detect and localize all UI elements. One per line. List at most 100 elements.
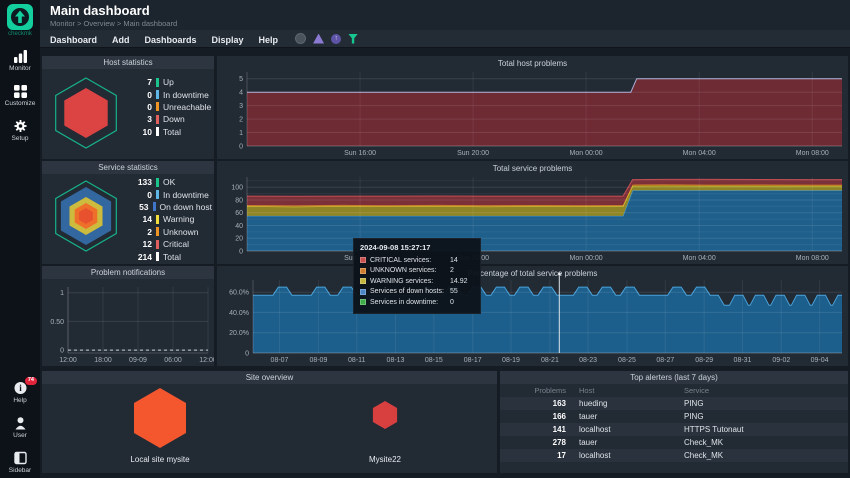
menu-add[interactable]: Add (112, 35, 130, 45)
svg-text:0: 0 (239, 144, 243, 151)
stat-row-unreachable[interactable]: 0Unreachable (126, 101, 212, 113)
stat-label: Warning (163, 214, 194, 224)
page-header: Main dashboard Monitor > Overview > Main… (40, 0, 850, 30)
site-hexagon[interactable] (134, 388, 186, 448)
alerter-row[interactable]: 166tauerPING (500, 410, 848, 423)
alerter-row[interactable]: 141localhostHTTPS Tutonaut (500, 423, 848, 436)
percentage-chart[interactable]: 020.0%40.0%60.0%08-0708-0908-1108-1308-1… (217, 266, 848, 366)
sidebar-item-user[interactable]: User (0, 416, 40, 439)
svg-text:0: 0 (239, 249, 243, 256)
menu-dashboards[interactable]: Dashboards (145, 35, 197, 45)
menu-display[interactable]: Display (212, 35, 244, 45)
stat-row-total[interactable]: 214Total (126, 250, 212, 262)
coin-icon[interactable] (295, 33, 306, 44)
menu-help[interactable]: Help (259, 35, 279, 45)
stat-swatch (156, 178, 159, 187)
column-header-problems[interactable]: Problems (500, 386, 566, 395)
alerter-row[interactable]: 278tauerCheck_MK (500, 436, 848, 449)
host-problems-chart[interactable]: 012345Sun 16:00Sun 20:00Mon 00:00Mon 04:… (217, 56, 848, 159)
service-problems-chart[interactable]: 020406080100Sun 16:00Sun 20:00Mon 00:00M… (217, 161, 848, 264)
notifications-chart[interactable]: 00.50112:0018:0009-0906:0012:00 (42, 279, 214, 366)
sidebar-item-setup[interactable]: Setup (0, 119, 40, 142)
stat-row-down[interactable]: 3Down (126, 113, 212, 125)
column-header-service[interactable]: Service (684, 386, 848, 395)
stat-row-warning[interactable]: 14 Warning (126, 213, 212, 225)
version-icon[interactable]: ↑ (331, 34, 341, 44)
stat-label: In downtime (163, 190, 209, 200)
svg-text:09-04: 09-04 (811, 357, 829, 364)
stat-swatch (156, 240, 159, 249)
site-hexagons[interactable] (42, 384, 497, 456)
host-link[interactable]: tauer (579, 412, 684, 421)
tooltip-row: WARNING services:14.92 (360, 276, 474, 287)
sidebar-item-monitor[interactable]: Monitor (0, 49, 40, 72)
notifications-svg: 00.50112:0018:0009-0906:0012:00 (42, 279, 214, 366)
service-state-hexagon[interactable] (48, 176, 124, 256)
service-link[interactable]: HTTPS Tutonaut (684, 425, 848, 434)
table-body: 163huedingPING166tauerPING141localhostHT… (500, 397, 848, 462)
stat-value: 14 (126, 214, 152, 224)
service-link[interactable]: PING (684, 412, 848, 421)
stat-row-ok[interactable]: 133OK (126, 176, 212, 188)
panel-problem-notifications: Problem notifications 00.50112:0018:0009… (42, 266, 214, 366)
stat-row-in-downtime[interactable]: 0In downtime (126, 188, 212, 200)
stat-row-on-down-host[interactable]: 53On down host (126, 201, 212, 213)
stat-row-up[interactable]: 7Up (126, 76, 212, 88)
svg-text:Sun 16:00: Sun 16:00 (344, 150, 376, 157)
service-link[interactable]: Check_MK (684, 451, 848, 460)
stat-swatch (156, 127, 159, 136)
filter-icon[interactable] (348, 34, 358, 44)
svg-text:Mon 04:00: Mon 04:00 (683, 255, 716, 262)
alerter-row[interactable]: 163huedingPING (500, 397, 848, 410)
sidebar-item-label: Help (0, 397, 40, 404)
site-label[interactable]: Mysite22 (369, 455, 401, 464)
svg-text:Mon 08:00: Mon 08:00 (796, 150, 829, 157)
chart-tooltip: 2024-09-08 15:27:17 CRITICAL services:14… (353, 238, 481, 314)
stat-label: In downtime (163, 90, 209, 100)
breadcrumb[interactable]: Monitor > Overview > Main dashboard (50, 19, 177, 28)
tooltip-row: Services of down hosts:55 (360, 287, 474, 298)
svg-text:08-15: 08-15 (425, 357, 443, 364)
column-header-host[interactable]: Host (579, 386, 684, 395)
sidebar-bottom: i 74 Help User Sidebar (0, 369, 40, 474)
menu-dashboard[interactable]: Dashboard (50, 35, 97, 45)
sidebar-item-sidebar[interactable]: Sidebar (0, 451, 40, 474)
sidebar-item-help[interactable]: i 74 Help (0, 381, 40, 404)
svg-text:1: 1 (60, 290, 64, 297)
host-link[interactable]: tauer (579, 438, 684, 447)
svg-text:20.0%: 20.0% (229, 330, 249, 337)
svg-text:08-23: 08-23 (579, 357, 597, 364)
host-link[interactable]: hueding (579, 399, 684, 408)
service-link[interactable]: Check_MK (684, 438, 848, 447)
panel-title: Host statistics (42, 56, 214, 69)
sidebar-item-customize[interactable]: Customize (0, 84, 40, 107)
host-state-hexagon[interactable] (48, 73, 124, 153)
host-link[interactable]: localhost (579, 451, 684, 460)
panel-percentage-service-problems: Percentage of total service problems 020… (217, 266, 848, 366)
tooltip-label: CRITICAL services: (370, 257, 450, 264)
alerter-row[interactable]: 17localhostCheck_MK (500, 449, 848, 462)
stat-value: 53 (126, 202, 149, 212)
stat-row-unknown[interactable]: 2Unknown (126, 226, 212, 238)
warning-triangle-icon[interactable] (313, 34, 324, 44)
stat-row-total[interactable]: 10Total (126, 126, 212, 138)
site-hexagon[interactable] (373, 401, 397, 429)
svg-text:4: 4 (239, 90, 243, 97)
svg-text:12:00: 12:00 (199, 357, 214, 364)
panel-total-host-problems: Total host problems 012345Sun 16:00Sun 2… (217, 56, 848, 159)
stat-swatch (156, 227, 159, 236)
tooltip-row: Services in downtime:0 (360, 297, 474, 308)
svg-text:09-09: 09-09 (129, 357, 147, 364)
svg-text:08-11: 08-11 (348, 357, 365, 364)
stat-row-critical[interactable]: 12Critical (126, 238, 212, 250)
host-link[interactable]: localhost (579, 425, 684, 434)
stat-row-in-downtime[interactable]: 0In downtime (126, 88, 212, 100)
site-label[interactable]: Local site mysite (130, 455, 189, 464)
svg-text:5: 5 (239, 76, 243, 83)
svg-text:09-02: 09-02 (772, 357, 790, 364)
stat-value: 133 (126, 177, 152, 187)
main-sidebar: checkmk Monitor Customize (0, 0, 40, 478)
service-link[interactable]: PING (684, 399, 848, 408)
checkmk-logo[interactable] (7, 4, 33, 30)
stat-label: Total (163, 127, 181, 137)
